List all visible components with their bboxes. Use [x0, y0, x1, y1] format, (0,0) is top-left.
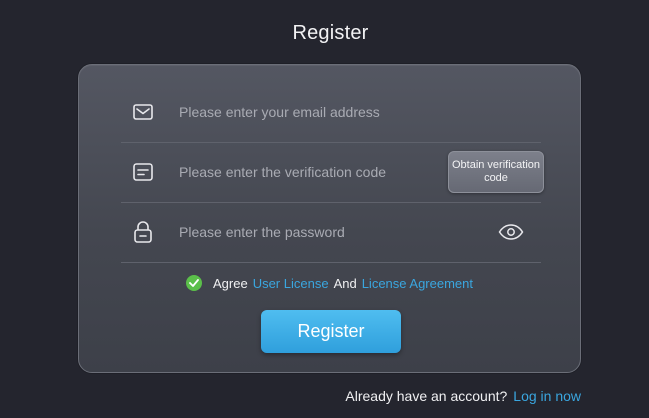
already-have-account-text: Already have an account?: [345, 388, 508, 404]
verification-row: Obtain verification code: [121, 142, 544, 203]
envelope-icon: [131, 100, 155, 124]
agree-checkbox[interactable]: [185, 275, 202, 291]
agreement-row: Agree User License And License Agreement: [79, 275, 580, 291]
agree-text: Agree: [212, 275, 248, 291]
verification-code-input[interactable]: [179, 161, 448, 183]
login-link[interactable]: Log in now: [513, 388, 581, 404]
checkmark-icon: [189, 279, 199, 287]
email-row: [121, 82, 541, 143]
register-button[interactable]: Register: [261, 310, 401, 353]
obtain-verification-code-button[interactable]: Obtain verification code: [448, 151, 544, 193]
lock-icon: [131, 220, 155, 244]
page-title: Register: [292, 22, 369, 44]
password-row: [121, 202, 541, 263]
user-license-link[interactable]: User License: [253, 276, 329, 291]
password-input[interactable]: [179, 221, 496, 243]
footer: Already have an account? Log in now: [345, 388, 581, 404]
and-text: And: [333, 275, 357, 291]
register-card: Obtain verification code Agree User Lice…: [78, 64, 581, 373]
message-icon: [131, 160, 155, 184]
eye-icon[interactable]: [496, 220, 526, 244]
license-agreement-link[interactable]: License Agreement: [362, 276, 473, 291]
email-input[interactable]: [179, 101, 541, 123]
